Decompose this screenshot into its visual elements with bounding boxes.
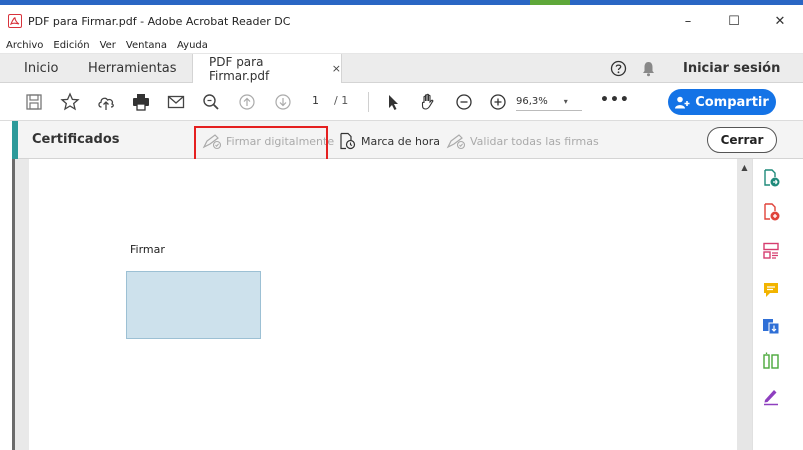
email-icon[interactable] bbox=[166, 92, 186, 112]
signin-link[interactable]: Iniciar sesión bbox=[683, 54, 780, 83]
more-options-icon[interactable]: ••• bbox=[600, 92, 630, 108]
tab-bar: Inicio Herramientas PDF para Firmar.pdf … bbox=[0, 54, 803, 83]
help-icon[interactable] bbox=[610, 60, 627, 77]
vertical-scrollbar[interactable]: ▲ bbox=[737, 159, 752, 450]
zoom-in-icon[interactable] bbox=[488, 92, 508, 112]
title-bar: PDF para Firmar.pdf - Adobe Acrobat Read… bbox=[0, 5, 803, 37]
zoom-out-icon[interactable] bbox=[454, 92, 474, 112]
bookmark-star-icon[interactable] bbox=[60, 92, 80, 112]
zoom-search-icon[interactable] bbox=[201, 92, 221, 112]
page-number-input[interactable]: 1 bbox=[312, 94, 319, 107]
organize-pages-icon[interactable] bbox=[761, 351, 781, 371]
page-total: / 1 bbox=[334, 94, 349, 107]
menu-edicion[interactable]: Edición bbox=[51, 40, 91, 51]
window-controls: – ☐ ✕ bbox=[665, 5, 803, 37]
timestamp-button[interactable]: Marca de hora bbox=[336, 130, 440, 152]
create-pdf-icon[interactable] bbox=[761, 202, 781, 222]
certificates-toolbar: Certificados Firmar digitalmente Marca d… bbox=[12, 121, 803, 159]
close-certificates-button[interactable]: Cerrar bbox=[707, 127, 777, 153]
signature-field-label: Firmar bbox=[130, 243, 165, 256]
certificates-title: Certificados bbox=[32, 132, 120, 147]
share-button[interactable]: Compartir bbox=[668, 89, 776, 115]
fill-sign-icon[interactable] bbox=[761, 386, 781, 406]
select-cursor-icon[interactable] bbox=[383, 92, 403, 112]
comment-icon[interactable] bbox=[761, 280, 781, 300]
edit-pdf-icon[interactable] bbox=[761, 241, 781, 261]
toolbar-separator bbox=[368, 92, 369, 112]
add-user-icon bbox=[675, 96, 690, 108]
acrobat-app-icon bbox=[8, 14, 22, 28]
export-pdf-icon[interactable] bbox=[761, 168, 781, 188]
save-icon[interactable] bbox=[24, 92, 44, 112]
chevron-down-icon: ▾ bbox=[563, 97, 568, 106]
minimize-button[interactable]: – bbox=[665, 5, 711, 37]
hand-tool-icon[interactable] bbox=[418, 92, 438, 112]
close-window-button[interactable]: ✕ bbox=[757, 5, 803, 37]
document-page: Firmar bbox=[29, 159, 737, 450]
signature-field[interactable] bbox=[126, 271, 261, 339]
menu-archivo[interactable]: Archivo bbox=[4, 40, 45, 51]
notifications-bell-icon[interactable] bbox=[641, 60, 656, 77]
menu-ver[interactable]: Ver bbox=[98, 40, 118, 51]
menu-ayuda[interactable]: Ayuda bbox=[175, 40, 210, 51]
tab-inicio[interactable]: Inicio bbox=[24, 54, 58, 83]
validate-all-button[interactable]: Validar todas las firmas bbox=[445, 130, 599, 152]
validate-all-label: Validar todas las firmas bbox=[470, 134, 599, 148]
maximize-button[interactable]: ☐ bbox=[711, 5, 757, 37]
zoom-level-select[interactable]: 96,3% ▾ bbox=[516, 93, 582, 111]
tab-document-label: PDF para Firmar.pdf bbox=[209, 54, 270, 83]
menu-ventana[interactable]: Ventana bbox=[124, 40, 169, 51]
page-up-icon[interactable] bbox=[237, 92, 257, 112]
certificates-accent-bar bbox=[12, 121, 18, 159]
print-icon[interactable] bbox=[131, 92, 151, 112]
timestamp-label: Marca de hora bbox=[361, 134, 441, 148]
tab-herramientas[interactable]: Herramientas bbox=[88, 54, 177, 83]
combine-files-icon[interactable] bbox=[761, 316, 781, 336]
page-down-icon[interactable] bbox=[273, 92, 293, 112]
timestamp-document-icon bbox=[340, 132, 356, 150]
zoom-level-value: 96,3% bbox=[516, 96, 548, 107]
share-button-label: Compartir bbox=[695, 94, 769, 110]
left-panel-gutter bbox=[15, 159, 29, 450]
menu-bar: Archivo Edición Ver Ventana Ayuda bbox=[0, 37, 803, 54]
tab-document[interactable]: PDF para Firmar.pdf × bbox=[192, 54, 342, 83]
tab-close-icon[interactable]: × bbox=[332, 62, 341, 75]
right-tools-rail bbox=[752, 159, 803, 450]
main-toolbar: 1 / 1 96,3% ▾ ••• Compartir bbox=[0, 83, 803, 121]
upload-cloud-icon[interactable] bbox=[96, 92, 116, 112]
window-title: PDF para Firmar.pdf - Adobe Acrobat Read… bbox=[28, 14, 291, 28]
scroll-up-arrow-icon[interactable]: ▲ bbox=[737, 161, 752, 173]
validate-signature-icon bbox=[446, 134, 466, 150]
